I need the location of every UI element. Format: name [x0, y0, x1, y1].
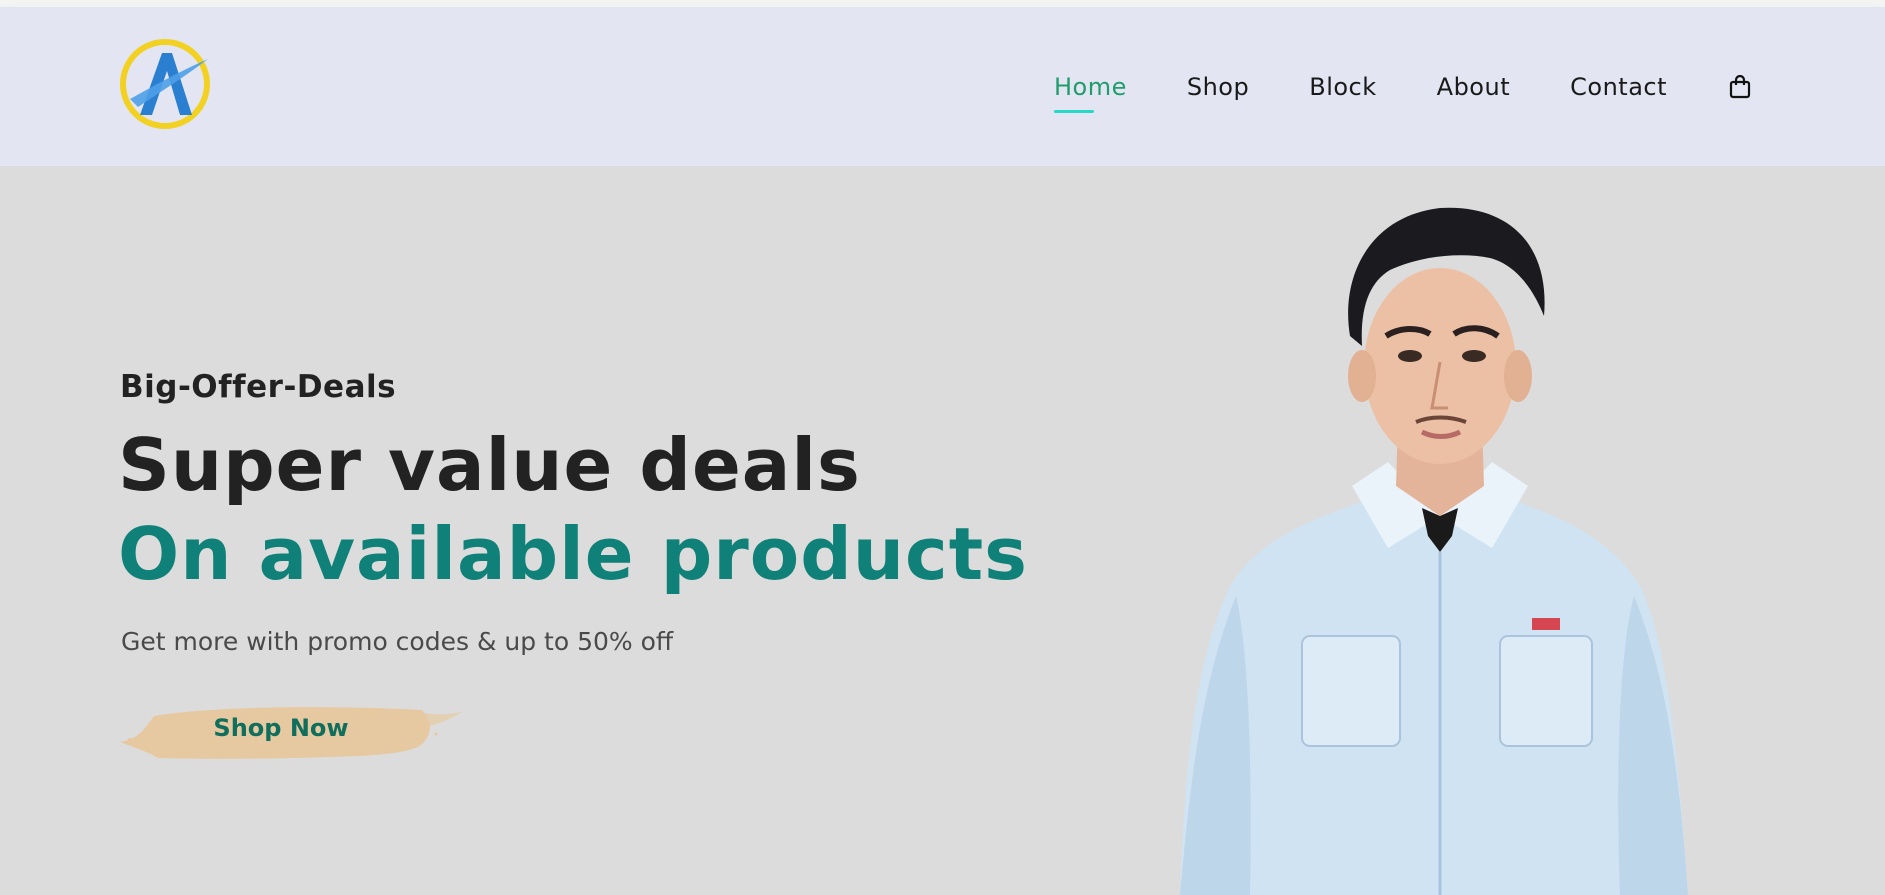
hero-eyebrow: Big-Offer-Deals — [120, 369, 397, 405]
shopping-bag-icon — [1729, 74, 1751, 98]
nav-item-label: About — [1436, 72, 1511, 101]
main-nav: Home Shop Block About Contact — [994, 7, 1753, 166]
top-strip — [0, 0, 1885, 7]
shop-now-button[interactable]: Shop Now — [118, 690, 462, 766]
site-header: Home Shop Block About Contact — [0, 7, 1885, 166]
nav-item-contact[interactable]: Contact — [1570, 73, 1667, 101]
shop-now-label: Shop Now — [213, 714, 349, 742]
hero-model-image — [1140, 186, 1740, 895]
nav-item-label: Contact — [1570, 72, 1667, 101]
logo[interactable] — [118, 37, 212, 131]
nav-item-label: Home — [1053, 72, 1127, 101]
nav-item-label: Shop — [1186, 72, 1250, 101]
hero-title-line1: Super value deals — [118, 423, 861, 507]
nav-item-label: Block — [1309, 72, 1377, 101]
hero-section: Big-Offer-Deals Super value deals On ava… — [0, 166, 1885, 895]
nav-item-about[interactable]: About — [1437, 73, 1510, 101]
cart-button[interactable] — [1727, 74, 1753, 100]
active-underline — [1053, 109, 1094, 113]
logo-icon — [120, 39, 210, 129]
nav-item-block[interactable]: Block — [1309, 73, 1376, 101]
hero-title-line2: On available products — [118, 512, 1028, 596]
nav-item-home[interactable]: Home — [1053, 72, 1127, 113]
hero-promo-text: Get more with promo codes & up to 50% of… — [121, 627, 674, 656]
nav-item-shop[interactable]: Shop — [1187, 73, 1249, 101]
